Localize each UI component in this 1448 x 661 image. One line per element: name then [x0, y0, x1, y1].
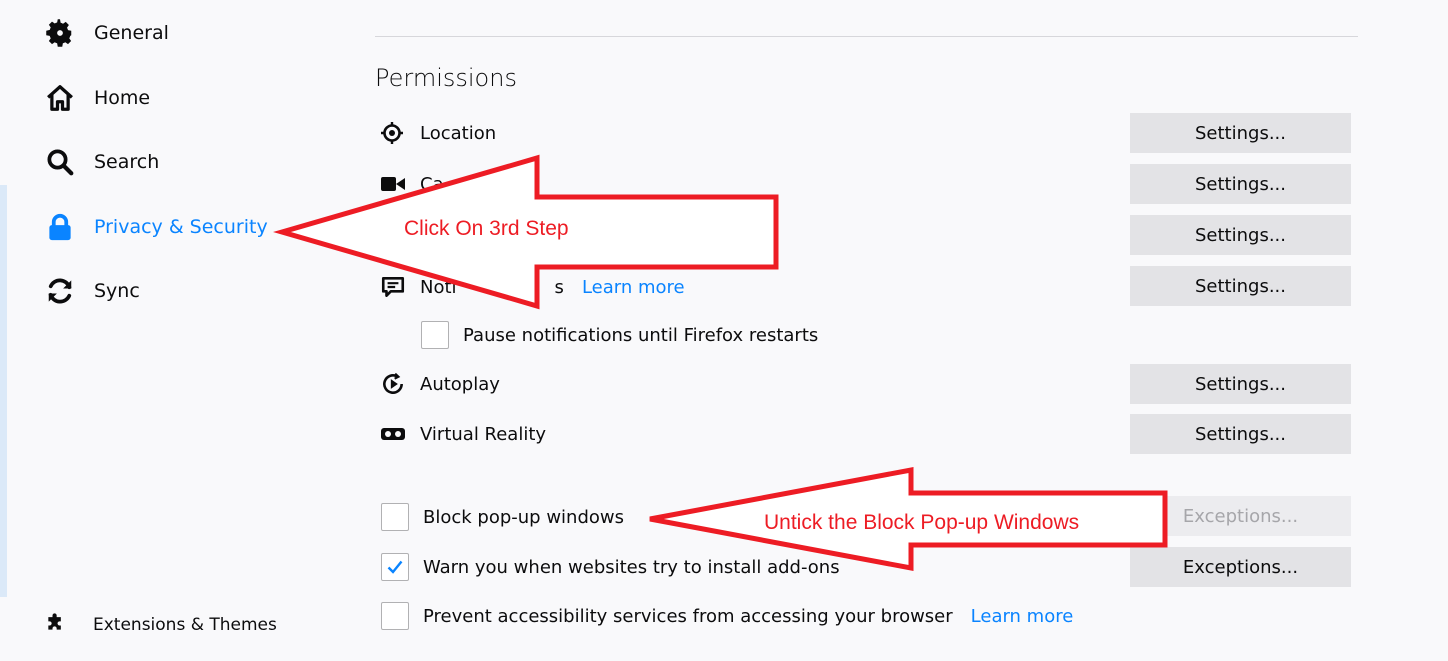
annotation-text-2: Untick the Block Pop-up Windows	[764, 511, 1080, 534]
annotation-overlay	[273, 154, 1168, 572]
annotation-text-1: Click On 3rd Step	[404, 217, 569, 240]
